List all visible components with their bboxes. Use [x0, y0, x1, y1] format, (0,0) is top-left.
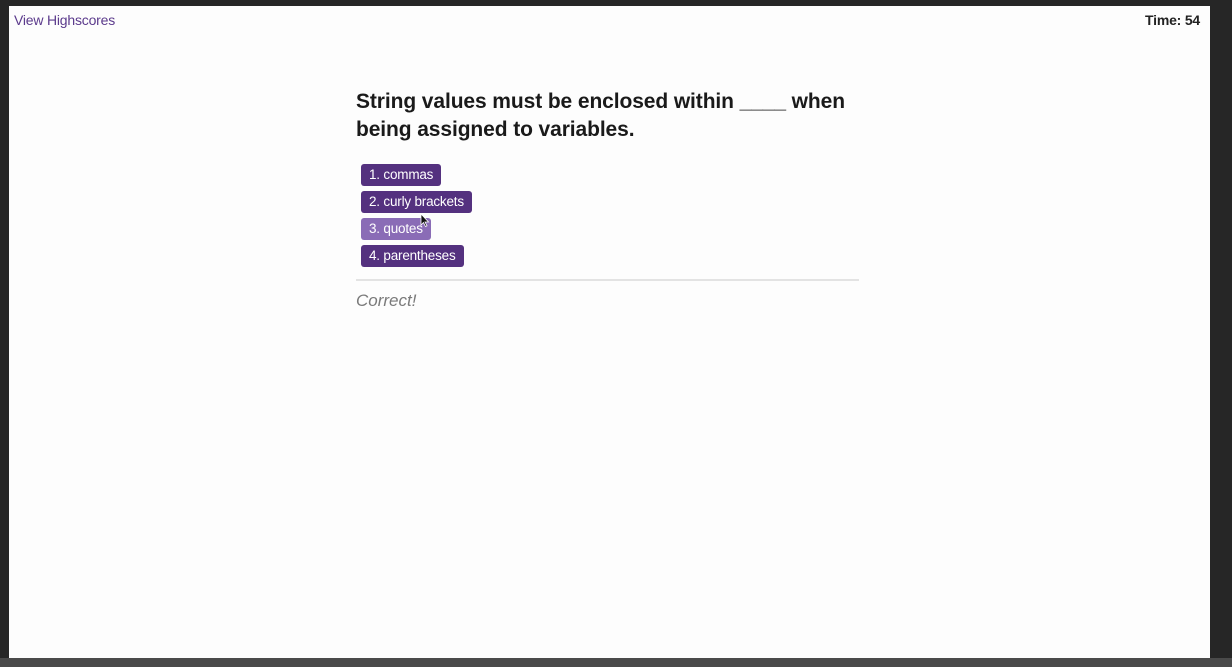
- window-frame-bottom: [0, 658, 1232, 667]
- feedback-text: Correct!: [356, 291, 417, 310]
- answer-button-1[interactable]: 1. commas: [361, 164, 442, 186]
- window-frame-left: [0, 0, 9, 667]
- answer-choice-item: 4. parentheses: [361, 245, 859, 267]
- window-frame-right: [1210, 0, 1232, 667]
- timer-value: 54: [1184, 12, 1200, 28]
- feedback-divider: [356, 279, 859, 281]
- question-text: String values must be enclosed within __…: [356, 90, 845, 141]
- view-highscores-link[interactable]: View Highscores: [14, 12, 115, 28]
- answer-button-2[interactable]: 2. curly brackets: [361, 191, 472, 213]
- answer-choice-item: 3. quotes: [361, 218, 859, 240]
- browser-viewport: View Highscores Time: 54 String values m…: [9, 6, 1210, 658]
- answer-choice-item: 1. commas: [361, 164, 859, 186]
- mouse-pointer-icon: [420, 213, 430, 227]
- answer-button-4[interactable]: 4. parentheses: [361, 245, 464, 267]
- timer-label: Time:: [1145, 12, 1185, 28]
- timer: Time: 54: [1145, 12, 1200, 28]
- quiz-container: String values must be enclosed within __…: [356, 88, 859, 311]
- answer-choice-item: 2. curly brackets: [361, 191, 859, 213]
- answer-choices-list: 1. commas 2. curly brackets 3. quotes 4.…: [356, 164, 859, 267]
